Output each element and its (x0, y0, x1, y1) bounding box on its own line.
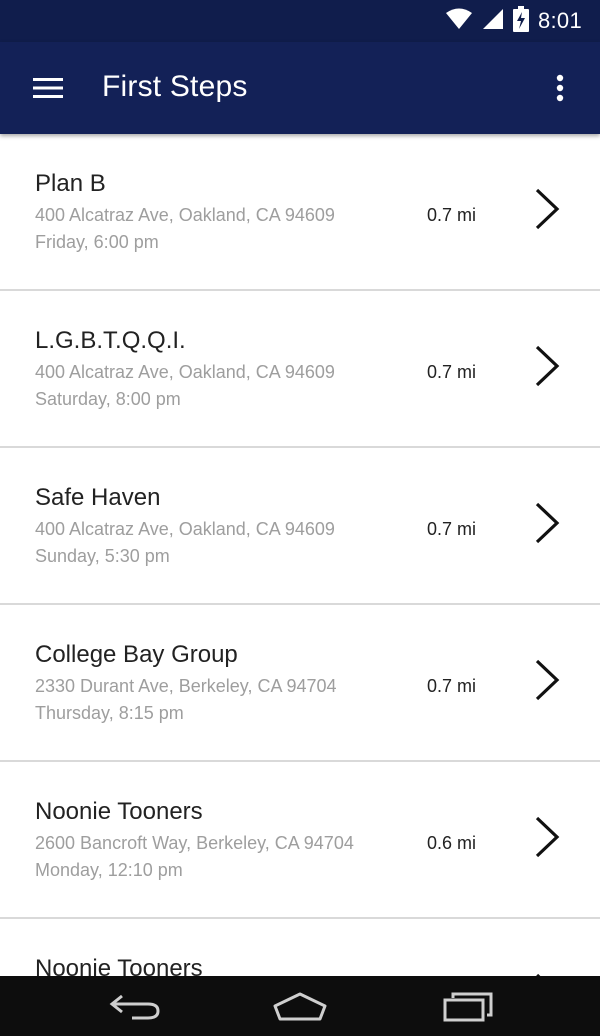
meeting-distance: 0.7 mi (427, 362, 477, 382)
meeting-time: Monday, 12:10 pm (35, 860, 183, 880)
meeting-distance: 0.7 mi (427, 205, 477, 225)
meeting-name: Safe Haven (35, 484, 161, 511)
cell-signal-icon (482, 8, 504, 35)
meeting-address: 2600 Bancroft Way, Berkeley, CA 94704 (35, 833, 354, 853)
meeting-distance: 0.7 mi (427, 519, 477, 539)
meeting-time: Friday, 6:00 pm (35, 232, 159, 252)
wifi-icon (445, 8, 473, 35)
chevron-right-icon (535, 345, 560, 387)
status-time: 8:01 (537, 8, 582, 33)
status-bar: 8:01 (0, 0, 600, 42)
meeting-name: L.G.B.T.Q.Q.I. (35, 327, 186, 354)
battery-charging-icon (512, 5, 529, 37)
more-vert-icon (556, 74, 564, 102)
meeting-time: Sunday, 5:30 pm (35, 546, 170, 566)
meeting-address: 400 Alcatraz Ave, Oakland, CA 94609 (35, 205, 335, 225)
back-icon (109, 994, 160, 1020)
meeting-distance: 0.7 mi (427, 676, 477, 696)
meeting-name: College Bay Group (35, 641, 238, 668)
back-button[interactable] (95, 986, 175, 1028)
list-item[interactable]: College Bay Group 2330 Durant Ave, Berke… (0, 605, 600, 762)
overflow-menu-button[interactable] (540, 66, 580, 110)
list-item[interactable]: Noonie Tooners (0, 919, 600, 976)
list-item[interactable]: L.G.B.T.Q.Q.I. 400 Alcatraz Ave, Oakland… (0, 291, 600, 448)
meeting-distance: 0.6 mi (427, 833, 477, 853)
list-item[interactable]: Noonie Tooners 2600 Bancroft Way, Berkel… (0, 762, 600, 919)
meeting-address: 400 Alcatraz Ave, Oakland, CA 94609 (35, 362, 335, 382)
meeting-name: Noonie Tooners (35, 955, 203, 976)
hamburger-menu-icon (33, 78, 63, 98)
app-bar: First Steps (0, 42, 600, 134)
meeting-address: 400 Alcatraz Ave, Oakland, CA 94609 (35, 519, 335, 539)
system-nav-bar (0, 976, 600, 1036)
home-icon (273, 992, 327, 1021)
recents-button[interactable] (428, 986, 508, 1028)
menu-button[interactable] (20, 66, 76, 110)
status-icons: 8:01 (445, 5, 582, 37)
meeting-name: Noonie Tooners (35, 798, 203, 825)
app-title: First Steps (102, 70, 248, 103)
list-item[interactable]: Safe Haven 400 Alcatraz Ave, Oakland, CA… (0, 448, 600, 605)
meeting-address: 2330 Durant Ave, Berkeley, CA 94704 (35, 676, 337, 696)
meeting-time: Thursday, 8:15 pm (35, 703, 184, 723)
chevron-right-icon (535, 188, 560, 230)
meeting-name: Plan B (35, 170, 106, 197)
chevron-right-icon (535, 659, 560, 701)
home-button[interactable] (260, 986, 340, 1028)
meeting-time: Saturday, 8:00 pm (35, 389, 181, 409)
list-item[interactable]: Plan B 400 Alcatraz Ave, Oakland, CA 946… (0, 134, 600, 291)
chevron-right-icon (535, 502, 560, 544)
recents-icon (443, 992, 493, 1022)
chevron-right-icon (536, 973, 541, 976)
chevron-right-icon (535, 816, 560, 858)
meeting-list: Plan B 400 Alcatraz Ave, Oakland, CA 946… (0, 134, 600, 976)
